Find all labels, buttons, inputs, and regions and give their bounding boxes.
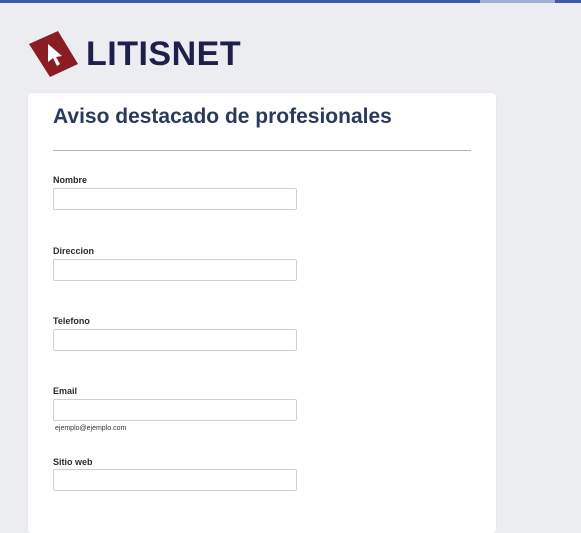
direccion-input[interactable] — [53, 259, 297, 281]
form-card: Aviso destacado de profesionales Nombre … — [28, 93, 496, 533]
nombre-input[interactable] — [53, 188, 297, 210]
form-title: Aviso destacado de profesionales — [53, 105, 392, 128]
sitio-web-label: Sitio web — [53, 457, 93, 467]
title-divider — [53, 150, 471, 151]
direccion-label: Direccion — [53, 246, 95, 256]
email-label: Email — [53, 386, 78, 396]
brand-logo: LITISNET — [28, 30, 241, 78]
brand-name: LITISNET — [86, 35, 242, 73]
top-accent-bar-segment — [480, 0, 555, 3]
sitio-web-input[interactable] — [53, 469, 297, 491]
telefono-input[interactable] — [53, 329, 297, 351]
nombre-label: Nombre — [53, 175, 88, 185]
email-input[interactable] — [53, 399, 297, 421]
telefono-label: Telefono — [53, 316, 90, 326]
email-hint: ejemplo@ejemplo.com — [55, 425, 127, 432]
cursor-logo-icon — [29, 31, 78, 77]
